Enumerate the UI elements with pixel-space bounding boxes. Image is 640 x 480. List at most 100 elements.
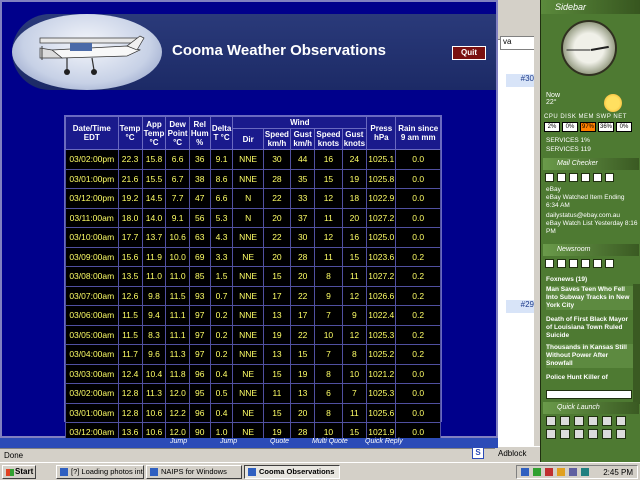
quick-launch-icon[interactable] [560, 429, 570, 439]
post-number-label[interactable]: #30 [506, 74, 536, 87]
table-cell: 12 [341, 285, 368, 306]
start-button[interactable]: Start [2, 465, 36, 479]
news-item[interactable]: Man Saves Teen Who Fell Into Subway Trac… [546, 286, 634, 310]
mail-refresh-icon[interactable] [545, 173, 554, 182]
browser-icon [60, 468, 68, 476]
taskbar-clock[interactable]: 2:45 PM [603, 467, 633, 478]
table-cell: 9 [341, 305, 368, 326]
quick-launch-icon[interactable] [574, 416, 584, 426]
jump-button[interactable]: Jump [150, 438, 187, 448]
taskbar: Start [?] Loading photos int... NAIPS fo… [0, 462, 640, 480]
table-cell: 11.5 [117, 305, 143, 326]
table-cell: 35 [290, 168, 316, 189]
mail-checker-header[interactable]: Mail Checker [543, 158, 639, 170]
background-browser-window[interactable]: va #30 #29 [495, 0, 540, 448]
quit-button[interactable]: Quit [452, 46, 486, 60]
news-item[interactable]: Death of First Black Mayor of Louisiana … [546, 316, 634, 340]
tray-volume-icon[interactable] [557, 468, 565, 476]
news-item[interactable]: Foxnews (19) [546, 276, 634, 284]
tray-app-icon[interactable] [569, 468, 577, 476]
mail-compose-icon[interactable] [557, 173, 566, 182]
news-settings-icon[interactable] [593, 259, 602, 268]
header-dew-point: Dew Point °C [165, 116, 190, 150]
mail-item[interactable]: eBay eBay Watched Item Ending 6:34 AM [546, 186, 638, 210]
quote-button[interactable]: Quote [250, 438, 289, 448]
tray-antivirus-icon[interactable] [545, 468, 553, 476]
table-cell: 11 [262, 383, 292, 404]
mail-settings-icon[interactable] [569, 173, 578, 182]
news-toolbar [545, 259, 614, 268]
mail-from: dailystatus@ebay.com.au [546, 212, 621, 219]
table-cell: 97 [188, 324, 211, 345]
table-cell: 97 [188, 305, 211, 326]
analog-clock-icon [561, 20, 617, 76]
multi-quote-button[interactable]: Multi Quote [292, 438, 348, 448]
mail-delete-icon[interactable] [593, 173, 602, 182]
mail-inbox-icon[interactable] [581, 173, 590, 182]
s-icon[interactable]: S [472, 447, 484, 459]
taskbar-item-cooma-observations[interactable]: Cooma Observations [244, 465, 340, 479]
quick-launch-grid [546, 416, 636, 439]
quick-launch-icon[interactable] [560, 416, 570, 426]
perf-meters: 2% 0% 97% 36% 0% [544, 122, 639, 132]
table-cell: NNE [232, 285, 264, 306]
news-up-icon[interactable] [605, 259, 614, 268]
table-cell: 11.3 [165, 344, 190, 365]
plane-image [12, 14, 162, 90]
quick-launch-icon[interactable] [602, 429, 612, 439]
quick-launch-icon[interactable] [616, 429, 626, 439]
mail-item[interactable]: dailystatus@ebay.com.au eBay Watch List … [546, 212, 638, 236]
news-list-icon[interactable] [581, 259, 590, 268]
table-cell: 12.2 [165, 402, 190, 423]
table-cell: 0.0 [395, 402, 441, 423]
quick-launch-icon[interactable] [616, 416, 626, 426]
table-cell: 18 [341, 188, 368, 209]
quick-launch-icon[interactable] [588, 416, 598, 426]
tray-app-icon[interactable] [533, 468, 541, 476]
system-tray: 2:45 PM [516, 465, 638, 479]
quick-launch-header[interactable]: Quick Launch [543, 402, 639, 414]
news-forward-icon[interactable] [557, 259, 566, 268]
table-cell: 0.2 [395, 246, 441, 267]
taskbar-item-loading-photos[interactable]: [?] Loading photos int... [56, 465, 144, 479]
adblock-status[interactable]: Adblock [495, 446, 540, 462]
observations-table: Date/Time EDT Temp °C App Temp °C Dew Po… [65, 116, 441, 443]
table-cell: 12.4 [117, 363, 143, 384]
tray-network-icon[interactable] [521, 468, 529, 476]
table-cell: 69 [188, 246, 211, 267]
address-bar[interactable]: va [500, 36, 536, 50]
table-cell: 11 [314, 207, 343, 228]
table-cell: 1025.3 [366, 324, 397, 345]
quick-launch-icon[interactable] [546, 416, 556, 426]
sidebar-search-input[interactable] [546, 390, 632, 399]
table-row: 03/04:00am 11.7 9.6 11.3 97 0.2 NNE 13 15 7 8 1025.… [65, 344, 441, 365]
table-cell: 15.6 [117, 246, 143, 267]
header-press: Press hPa [366, 116, 397, 150]
newsroom-header[interactable]: Newsroom [543, 244, 639, 256]
table-cell: 16 [341, 227, 368, 248]
news-back-icon[interactable] [545, 259, 554, 268]
news-item[interactable]: Police Hunt Killer of [546, 374, 634, 382]
page-title: Cooma Weather Observations [172, 42, 386, 59]
quick-launch-icon[interactable] [546, 429, 556, 439]
quick-launch-icon[interactable] [588, 429, 598, 439]
table-cell: NE [232, 363, 264, 384]
quick-launch-icon[interactable] [602, 416, 612, 426]
header-temp: Temp °C [117, 116, 143, 150]
table-cell: 03/05:00am [65, 324, 119, 345]
jump-button[interactable]: Jump [200, 438, 237, 448]
mail-toolbar [545, 173, 614, 182]
mail-next-icon[interactable] [605, 173, 614, 182]
table-cell: 20 [290, 266, 316, 287]
table-cell: NNE [232, 383, 264, 404]
table-cell: 0.2 [395, 305, 441, 326]
quick-reply-button[interactable]: Quick Reply [345, 438, 403, 448]
tray-app-icon[interactable] [581, 468, 589, 476]
table-cell: 96 [188, 402, 211, 423]
news-scrollbar[interactable] [633, 284, 640, 404]
quick-launch-icon[interactable] [574, 429, 584, 439]
news-refresh-icon[interactable] [569, 259, 578, 268]
post-number-label[interactable]: #29 [506, 300, 536, 313]
taskbar-item-naips[interactable]: NAIPS for Windows [146, 465, 242, 479]
news-item[interactable]: Thousands in Kansas Still Without Power … [546, 344, 634, 368]
